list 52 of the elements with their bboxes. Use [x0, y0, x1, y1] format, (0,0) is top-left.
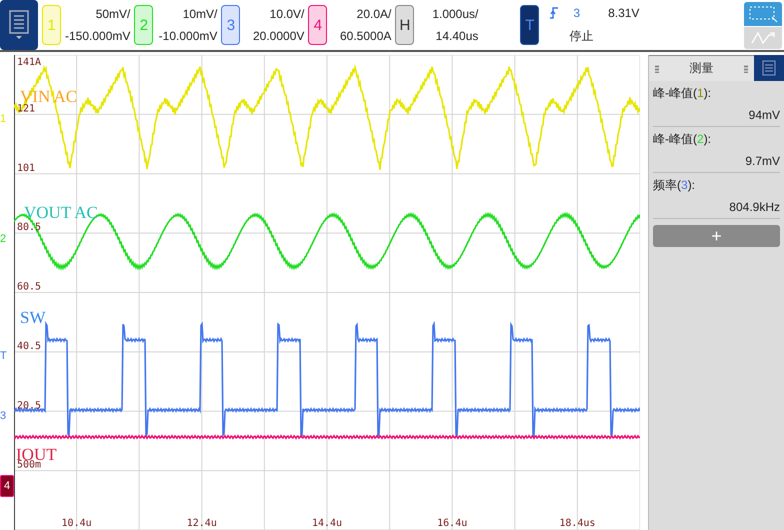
time-label: 18.4us	[559, 518, 596, 529]
time-label: 10.4u	[62, 518, 92, 529]
axis-label: 60.5	[17, 282, 42, 292]
channel-marker[interactable]: 2	[0, 233, 6, 245]
channel-scale: 10mV/	[182, 7, 218, 21]
channel-scale: 20.0A/	[356, 7, 392, 21]
axis-label: 20.5	[17, 400, 42, 412]
trace-label: VOUT AC	[24, 203, 98, 222]
channel-offset: 60.5000A	[340, 29, 392, 43]
panel-menu-button[interactable]	[754, 55, 784, 81]
axis-label: 500m	[17, 460, 42, 471]
measurement-value: 9.7mV	[745, 154, 780, 168]
measurement-value: 94mV	[748, 108, 780, 122]
zoom-select-button[interactable]	[744, 2, 782, 26]
waveform-icon	[750, 30, 776, 46]
rising-edge-icon	[549, 6, 560, 20]
time-label: 12.4u	[186, 518, 217, 529]
measurement-label: 峰-峰值(2):	[653, 131, 712, 148]
grip-icon	[744, 64, 748, 72]
grip-icon	[655, 64, 659, 72]
add-measurement-button[interactable]: +	[653, 225, 780, 247]
trigger-button[interactable]: T	[520, 5, 540, 45]
time-scale: 1.000us/	[432, 7, 478, 21]
channel-scale: 10.0V/	[270, 7, 304, 21]
measure-tab[interactable]: 测量	[649, 55, 754, 81]
menu-button[interactable]	[0, 0, 38, 50]
channel-offset: -150.000mV	[65, 29, 130, 43]
time-position: 14.40us	[436, 29, 478, 43]
trace-label: SW	[20, 308, 46, 327]
time-label: 16.4u	[437, 518, 468, 529]
measurement-label: 频率(3):	[653, 177, 696, 194]
channel-scale: 50mV/	[96, 7, 130, 21]
trigger-level: 8.31V	[608, 6, 640, 20]
channel-marker[interactable]: 3	[0, 410, 6, 422]
axis-label: 141A	[17, 57, 42, 68]
channel-marker[interactable]: T	[0, 350, 7, 362]
channel-button[interactable]: 4	[308, 5, 328, 45]
measurement-label: 峰-峰值(1):	[653, 85, 712, 102]
select-box-icon	[748, 4, 778, 22]
channel-offset: -10.000mV	[158, 29, 218, 43]
axis-label: 40.5	[17, 340, 42, 352]
channel-button[interactable]: 3	[221, 5, 240, 45]
channel-offset: 20.0000V	[252, 29, 304, 43]
channel-marker[interactable]: 4	[0, 475, 14, 497]
axis-label: 101	[17, 162, 36, 174]
measurement-value: 804.9kHz	[729, 200, 780, 214]
trigger-source: 3	[573, 6, 580, 20]
run-status: 停止	[569, 28, 594, 44]
document-list-icon	[8, 10, 30, 40]
time-label: 14.4u	[312, 518, 342, 529]
document-list-icon	[762, 60, 776, 76]
horizontal-button[interactable]: H	[395, 5, 414, 45]
